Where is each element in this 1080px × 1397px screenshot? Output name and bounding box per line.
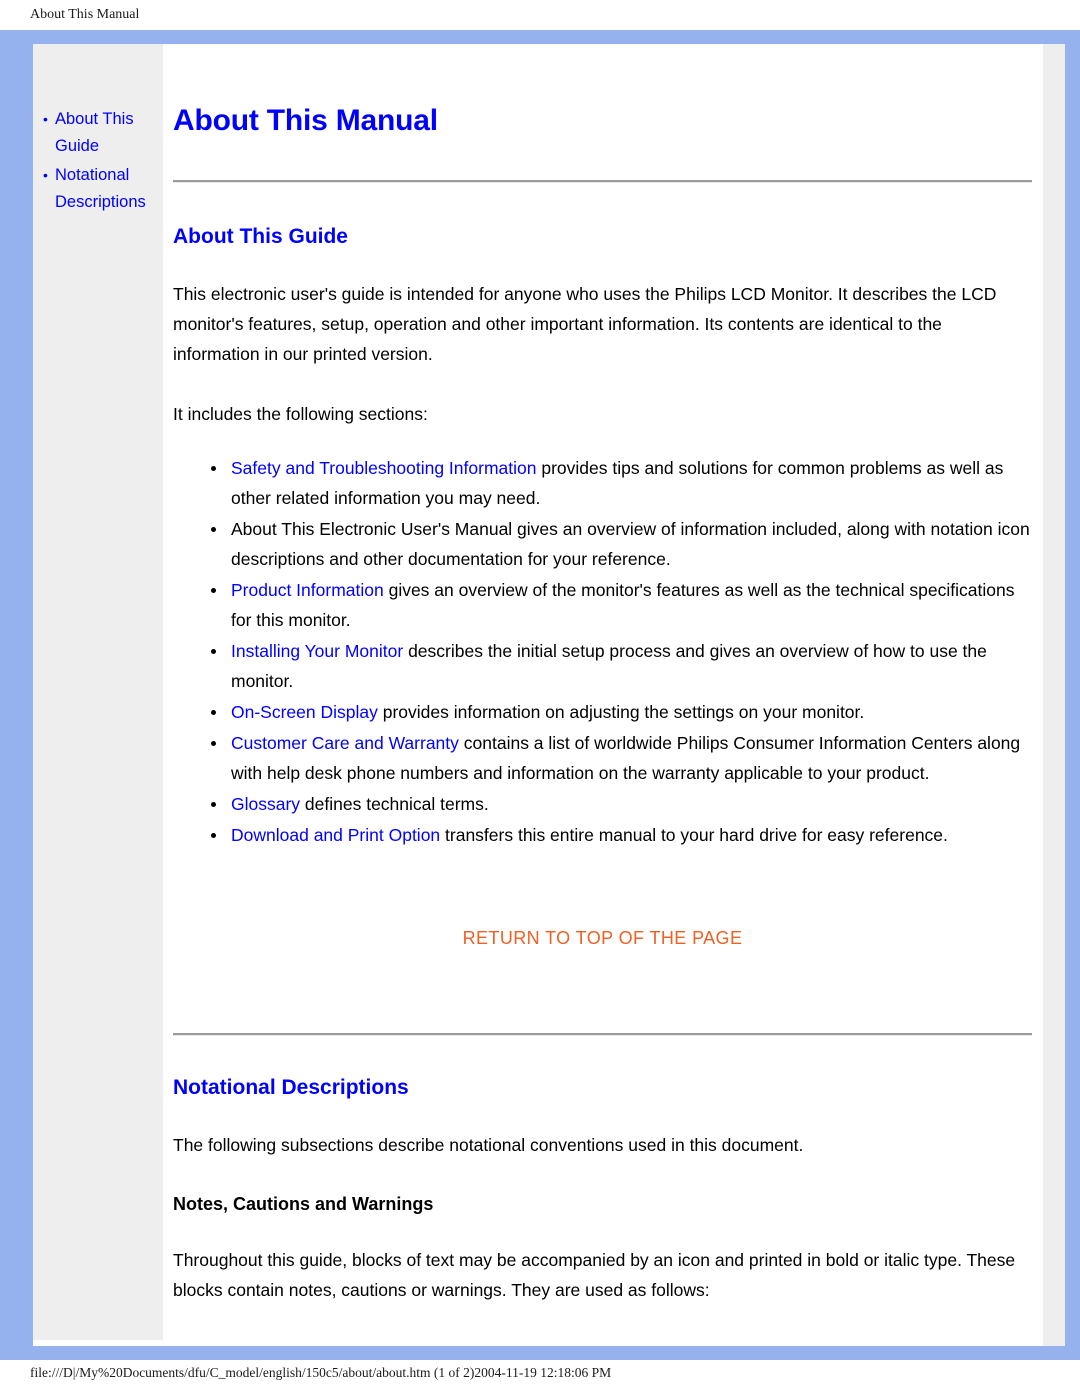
sidebar-nav: About This Guide Notational Descriptions — [33, 44, 163, 1340]
link-glossary[interactable]: Glossary — [231, 794, 300, 814]
print-header-title: About This Manual — [30, 7, 140, 22]
list-item: Download and Print Option transfers this… — [207, 820, 1037, 850]
footer-path-text: file:///D|/My%20Documents/dfu/C_model/en… — [30, 1365, 612, 1380]
return-to-top-container: RETURN TO TOP OF THE PAGE — [173, 928, 1032, 949]
print-header: About This Manual — [0, 0, 1080, 30]
list-item: Glossary defines technical terms. — [207, 789, 1037, 819]
return-to-top-link[interactable]: RETURN TO TOP OF THE PAGE — [463, 928, 743, 948]
sections-list: Safety and Troubleshooting Information p… — [173, 453, 1037, 850]
link-safety-and-troubleshooting-information[interactable]: Safety and Troubleshooting Information — [231, 458, 536, 478]
list-item: About This Electronic User's Manual give… — [207, 514, 1037, 574]
sidebar-item-notational-descriptions[interactable]: Notational Descriptions — [41, 162, 159, 216]
list-item-text: defines technical terms. — [300, 794, 489, 814]
sidebar-link-about-this-guide[interactable]: About This Guide — [55, 110, 134, 155]
sidebar-item-about-this-guide[interactable]: About This Guide — [41, 106, 159, 160]
sidebar-list: About This Guide Notational Descriptions — [33, 106, 163, 216]
link-on-screen-display[interactable]: On-Screen Display — [231, 702, 378, 722]
list-item: Customer Care and Warranty contains a li… — [207, 728, 1037, 788]
page-frame: About This Guide Notational Descriptions… — [0, 30, 1080, 1360]
list-item-text: transfers this entire manual to your har… — [440, 825, 948, 845]
list-item-text: provides information on adjusting the se… — [377, 702, 865, 722]
list-item: On-Screen Display provides information o… — [207, 697, 1037, 727]
list-item: Installing Your Monitor describes the in… — [207, 636, 1037, 696]
page-title: About This Manual — [173, 104, 438, 137]
link-customer-care-and-warranty[interactable]: Customer Care and Warranty — [231, 733, 459, 753]
right-gutter-strip — [1043, 44, 1065, 1346]
includes-line: It includes the following sections: — [173, 404, 428, 424]
link-product-information[interactable]: Product Information — [231, 580, 384, 600]
section-heading-about-this-guide: About This Guide — [173, 225, 348, 248]
notational-intro-paragraph: The following subsections describe notat… — [173, 1135, 804, 1155]
page-footer: file:///D|/My%20Documents/dfu/C_model/en… — [0, 1365, 1080, 1381]
list-item-text: About This Electronic User's Manual give… — [231, 519, 1030, 569]
sidebar-link-notational-descriptions[interactable]: Notational Descriptions — [55, 166, 146, 211]
notational-body-paragraph: Throughout this guide, blocks of text ma… — [173, 1250, 1016, 1300]
link-download-and-print-option[interactable]: Download and Print Option — [231, 825, 440, 845]
section-heading-notational-descriptions: Notational Descriptions — [173, 1076, 409, 1099]
link-installing-your-monitor[interactable]: Installing Your Monitor — [231, 641, 403, 661]
list-item: Product Information gives an overview of… — [207, 575, 1037, 635]
subheading-notes-cautions-warnings: Notes, Cautions and Warnings — [173, 1194, 434, 1214]
title-divider — [173, 180, 1032, 183]
intro-paragraph: This electronic user's guide is intended… — [173, 284, 997, 364]
main-content: About This Manual About This Guide This … — [173, 44, 1043, 1305]
page-inner: About This Guide Notational Descriptions… — [33, 44, 1065, 1346]
section-divider — [173, 1033, 1032, 1036]
list-item: Safety and Troubleshooting Information p… — [207, 453, 1037, 513]
